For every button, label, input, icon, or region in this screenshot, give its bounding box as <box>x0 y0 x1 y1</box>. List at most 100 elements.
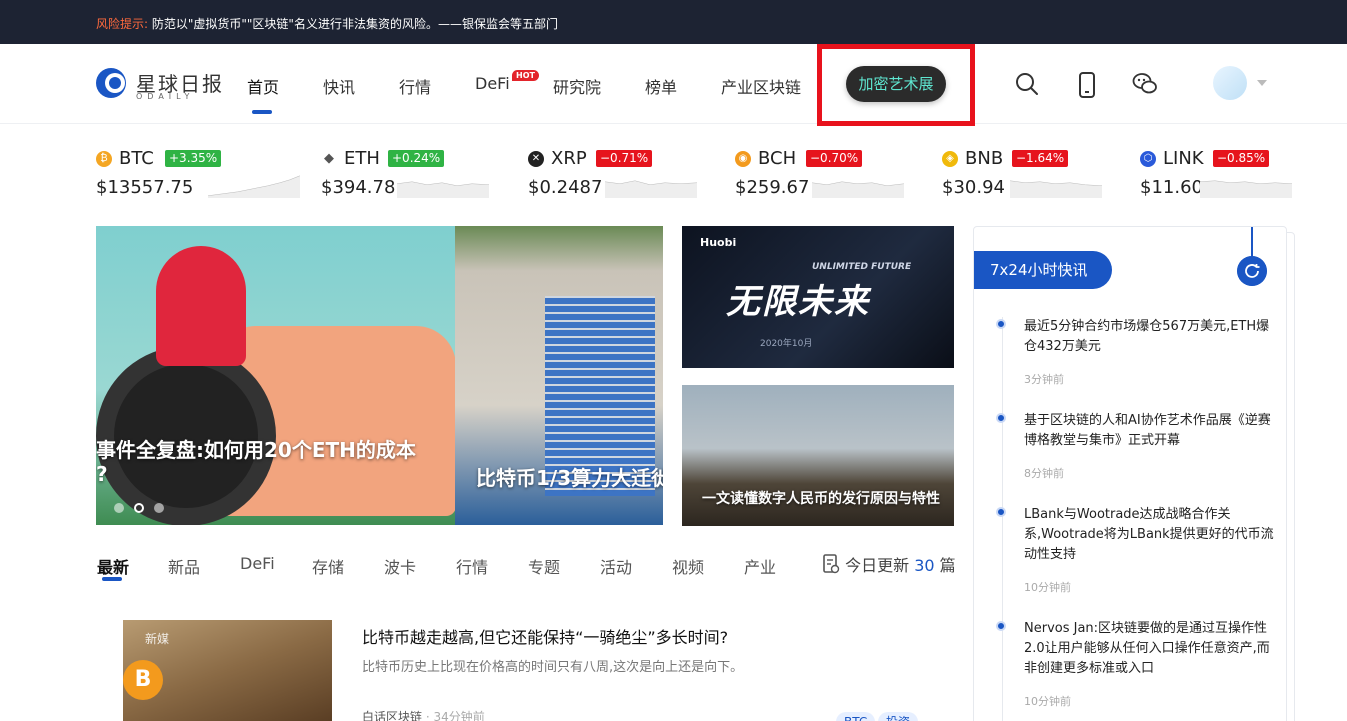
tab-video[interactable]: 视频 <box>672 554 704 578</box>
tab-latest[interactable]: 最新 <box>97 554 129 578</box>
risk-notice: 风险提示: 防范以"虚拟货币""区块链"名义进行非法集资的风险。——银保监会等五… <box>96 15 558 32</box>
coin-change: +0.24% <box>388 150 445 167</box>
huobi-brand: Huobi <box>700 236 737 249</box>
xrp-icon: ✕ <box>528 151 544 167</box>
logo-mark-icon <box>96 68 126 98</box>
thumbnail-tag: 新媒 <box>145 632 170 646</box>
article-time: · 34分钟前 <box>425 710 485 721</box>
article-thumbnail[interactable]: 新媒 B <box>123 620 332 721</box>
tab-storage[interactable]: 存储 <box>312 554 344 578</box>
bnb-icon: ◈ <box>942 151 958 167</box>
article-summary: 比特币历史上比现在价格高的时间只有八周,这次是向上还是向下。 <box>362 660 744 675</box>
coin-price: $11.60 <box>1140 177 1203 198</box>
btc-icon: ₿ <box>96 151 112 167</box>
document-icon <box>823 554 840 574</box>
refresh-icon[interactable] <box>1237 256 1267 286</box>
flash-text[interactable]: LBank与Wootrade达成战略合作关系,Wootrade将为LBank提供… <box>1024 505 1276 565</box>
search-icon[interactable] <box>1015 72 1039 96</box>
nav-home[interactable]: 首页 <box>247 74 279 98</box>
flash-text[interactable]: 基于区块链的人和AI协作艺术作品展《逆赛博格教堂与集市》正式开幕 <box>1024 411 1276 451</box>
coin-price: $30.94 <box>942 177 1005 198</box>
timeline-dot <box>996 621 1006 631</box>
ticker-xrp[interactable]: ✕ XRP −0.71% $0.2487 <box>528 146 728 206</box>
hot-badge: HOT <box>512 70 539 81</box>
today-count: 30 <box>914 556 935 575</box>
flash-time: 3分钟前 <box>1024 373 1064 386</box>
carousel-dot[interactable] <box>114 503 124 513</box>
coin-symbol: XRP <box>551 148 587 169</box>
hero-title-line2[interactable]: ? <box>96 462 108 486</box>
risk-text: 防范以"虚拟货币""区块链"名义进行非法集资的风险。——银保监会等五部门 <box>151 17 558 31</box>
coin-change: −0.71% <box>596 150 653 167</box>
article-title[interactable]: 比特币越走越高,但它还能保持“一骑绝尘”多长时间? <box>362 624 728 648</box>
sparkline <box>605 180 697 198</box>
today-label: 今日更新 <box>845 556 910 575</box>
article-tag-btc[interactable]: BTC <box>836 712 876 721</box>
sparkline <box>1010 180 1102 198</box>
ticker-bch[interactable]: ◉ BCH −0.70% $259.67 <box>735 146 935 206</box>
ticker-bnb[interactable]: ◈ BNB −1.64% $30.94 <box>942 146 1142 206</box>
flash-news-panel: 7x24小时快讯 最近5分钟合约市场爆仓567万美元,ETH爆仓432万美元 3… <box>973 226 1287 721</box>
article-author[interactable]: 白话区块链 <box>362 710 422 721</box>
article-tag-invest[interactable]: 投资 <box>878 712 919 721</box>
wechat-icon[interactable] <box>1132 72 1158 96</box>
logo-subname: ODAILY <box>136 92 195 101</box>
ticker-btc[interactable]: ₿ BTC +3.35% $13557.75 <box>96 146 300 206</box>
risk-label: 风险提示: <box>96 17 149 31</box>
coin-price: $259.67 <box>735 177 810 198</box>
coin-change: −0.70% <box>806 150 863 167</box>
nav-flash[interactable]: 快讯 <box>323 74 355 98</box>
nav-research[interactable]: 研究院 <box>553 74 601 98</box>
nav-industry-blockchain[interactable]: 产业区块链 <box>721 74 801 98</box>
tab-topics[interactable]: 专题 <box>528 554 560 578</box>
bitcoin-icon: B <box>123 660 163 700</box>
flash-header[interactable]: 7x24小时快讯 <box>974 251 1112 289</box>
figure-illustration <box>156 246 246 366</box>
tab-market[interactable]: 行情 <box>456 554 488 578</box>
coin-symbol: BNB <box>965 148 1004 169</box>
tab-new-products[interactable]: 新品 <box>168 554 200 578</box>
chevron-down-icon[interactable] <box>1257 80 1267 86</box>
crypto-art-button[interactable]: 加密艺术展 <box>846 66 946 102</box>
tab-active-indicator <box>102 577 122 581</box>
ticker-link[interactable]: ⬡ LINK −0.85% $11.60 <box>1140 146 1300 206</box>
hero-next-title[interactable]: 比特币1/3算力大迁徙 <box>476 462 663 491</box>
feature-card[interactable]: 一文读懂数字人民币的发行原因与特性 <box>682 385 954 526</box>
hero-title[interactable]: 事件全复盘:如何用20个ETH的成本 <box>96 434 416 463</box>
promo-subtitle: UNLIMITED FUTURE <box>812 262 912 272</box>
nav-market[interactable]: 行情 <box>399 74 431 98</box>
ticker-eth[interactable]: ◆ ETH +0.24% $394.78 <box>321 146 521 206</box>
hero-carousel[interactable]: 事件全复盘:如何用20个ETH的成本 ? 比特币1/3算力大迁徙 <box>96 226 663 525</box>
risk-banner: 风险提示: 防范以"虚拟货币""区块链"名义进行非法集资的风险。——银保监会等五… <box>0 0 1347 44</box>
link-icon: ⬡ <box>1140 151 1156 167</box>
timeline-dot <box>996 507 1006 517</box>
nav-defi[interactable]: DeFi <box>475 74 510 93</box>
tab-defi[interactable]: DeFi <box>240 554 275 573</box>
coin-symbol: BTC <box>119 148 154 169</box>
coin-price: $394.78 <box>321 177 396 198</box>
flash-time: 10分钟前 <box>1024 695 1071 708</box>
coin-change: −1.64% <box>1012 150 1069 167</box>
avatar[interactable] <box>1213 66 1247 100</box>
mobile-icon[interactable] <box>1078 72 1096 98</box>
tab-events[interactable]: 活动 <box>600 554 632 578</box>
coin-symbol: ETH <box>344 148 380 169</box>
promo-headline: 无限未来 <box>726 282 870 322</box>
nav-active-indicator <box>252 110 272 114</box>
sparkline <box>208 175 300 198</box>
promo-card-huobi[interactable]: Huobi UNLIMITED FUTURE 无限未来 2020年10月 <box>682 226 954 368</box>
article-meta: 白话区块链 · 34分钟前 <box>362 708 485 721</box>
flash-text[interactable]: 最近5分钟合约市场爆仓567万美元,ETH爆仓432万美元 <box>1024 317 1276 357</box>
flash-time: 10分钟前 <box>1024 581 1071 594</box>
tab-industry[interactable]: 产业 <box>744 554 776 578</box>
carousel-dot-active[interactable] <box>134 503 144 513</box>
carousel-dot[interactable] <box>154 503 164 513</box>
nav-rankings[interactable]: 榜单 <box>645 74 677 98</box>
flash-text[interactable]: Nervos Jan:区块链要做的是通过互操作性2.0让用户能够从任何入口操作任… <box>1024 619 1276 679</box>
coin-change: −0.85% <box>1213 150 1270 167</box>
sparkline <box>397 181 489 198</box>
panel-connector <box>1251 227 1253 257</box>
promo-date: 2020年10月 <box>760 339 813 349</box>
feature-caption: 一文读懂数字人民币的发行原因与特性 <box>702 491 940 507</box>
tab-polkadot[interactable]: 波卡 <box>384 554 416 578</box>
